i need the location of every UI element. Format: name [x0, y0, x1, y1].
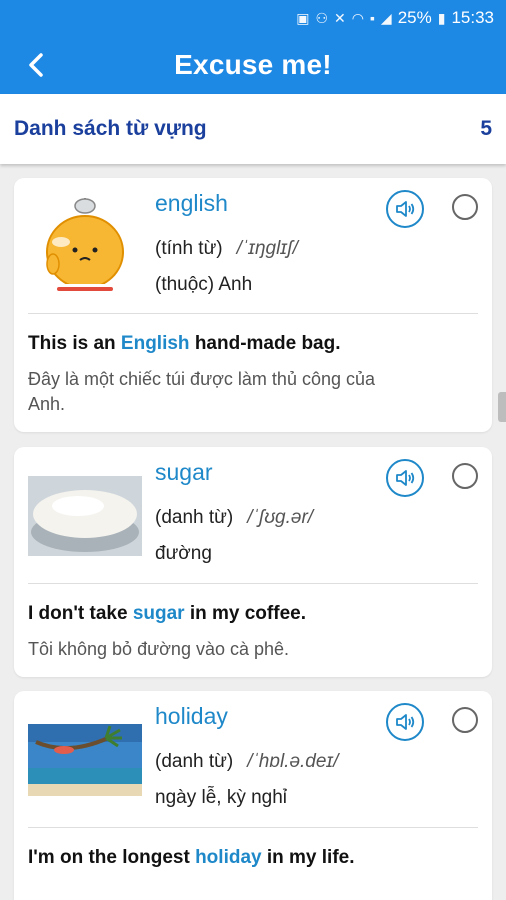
word-card-sugar[interactable]: sugar (danh từ) /ˈʃʊɡ.ər/ đường I don't t… — [14, 447, 492, 677]
example-text: This is an — [28, 333, 121, 354]
part-of-speech: (tính từ) /ˈɪŋɡlɪʃ/ — [155, 238, 298, 260]
vocabulary-count: 5 — [480, 117, 492, 140]
word-text: holiday — [155, 703, 228, 729]
example-text: I'm on the longest — [28, 847, 196, 868]
divider — [28, 583, 478, 584]
speaker-icon — [396, 201, 415, 217]
network-icon: ⚇ — [315, 9, 328, 26]
example-text: in my coffee. — [184, 603, 306, 624]
example-sentence: This is an English hand-made bag. — [28, 333, 341, 355]
speaker-icon — [396, 470, 415, 486]
ipa-text: /ˈɪŋɡlɪʃ/ — [236, 238, 298, 259]
select-radio[interactable] — [452, 463, 478, 489]
signal-icon: ◢ — [380, 9, 392, 26]
chevron-left-icon — [29, 53, 43, 77]
app-bar: Excuse me! — [0, 36, 506, 94]
word-card-english[interactable]: english (tính từ) /ˈɪŋɡlɪʃ/ (thuộc) Anh T… — [14, 178, 492, 432]
example-sentence: I don't take sugar in my coffee. — [28, 603, 306, 625]
divider — [28, 827, 478, 828]
example-translation: Tôi không bỏ đường vào cà phê. — [28, 639, 290, 659]
battery-percent: 25% — [397, 8, 432, 27]
meaning-text: (thuộc) Anh — [155, 274, 253, 295]
select-radio[interactable] — [452, 707, 478, 733]
part-of-speech: (danh từ) /ˈhɒl.ə.deɪ/ — [155, 751, 338, 773]
clock: 15:33 — [451, 8, 494, 27]
battery-icon: ▮ — [437, 9, 446, 26]
beach-image — [28, 705, 142, 815]
word-text: sugar — [155, 459, 213, 485]
back-button[interactable] — [20, 49, 52, 81]
meaning-text: ngày lễ, kỳ nghỉ — [155, 787, 288, 808]
pos-text: (tính từ) — [155, 238, 223, 259]
wifi-icon: ◠ — [351, 9, 364, 26]
divider — [28, 313, 478, 314]
ipa-text: /ˈhɒl.ə.deɪ/ — [247, 751, 339, 772]
select-radio[interactable] — [452, 194, 478, 220]
example-highlight: sugar — [132, 603, 185, 624]
speaker-button[interactable] — [386, 703, 424, 741]
example-text: I don't take — [28, 603, 133, 624]
vocabulary-list-title: Danh sách từ vựng — [14, 117, 207, 140]
sim-1-icon: ▪ — [369, 10, 375, 26]
mascot-image — [28, 192, 142, 302]
part-of-speech: (danh từ) /ˈʃʊɡ.ər/ — [155, 507, 313, 529]
example-text: hand-made bag. — [189, 333, 341, 354]
word-text: english — [155, 190, 228, 216]
example-text: in my life. — [261, 847, 355, 868]
pos-text: (danh từ) — [155, 507, 234, 528]
vocabulary-list[interactable]: english (tính từ) /ˈɪŋɡlɪʃ/ (thuộc) Anh T… — [0, 164, 506, 900]
example-translation: Đây là một chiếc túi được làm thủ công c… — [28, 369, 376, 414]
speaker-button[interactable] — [386, 190, 424, 228]
page-title: Excuse me! — [174, 49, 332, 80]
pos-text: (danh từ) — [155, 751, 234, 772]
sugar-image — [28, 461, 142, 571]
scroll-handle[interactable] — [498, 392, 506, 422]
example-highlight: English — [120, 333, 190, 354]
status-bar: ▣ ⚇ ✕ ◠ ▪ ◢ 25% ▮ 15:33 — [0, 0, 506, 36]
speaker-icon — [396, 714, 415, 730]
example-highlight: holiday — [195, 847, 262, 868]
mute-icon: ✕ — [334, 9, 346, 26]
speaker-button[interactable] — [386, 459, 424, 497]
word-card-holiday[interactable]: holiday (danh từ) /ˈhɒl.ə.deɪ/ ngày lễ, k… — [14, 691, 492, 900]
example-sentence: I'm on the longest holiday in my life. — [28, 847, 355, 869]
vocabulary-list-header: Danh sách từ vựng 5 — [0, 94, 506, 164]
ipa-text: /ˈʃʊɡ.ər/ — [247, 507, 314, 528]
sim-icon: ▣ — [296, 9, 310, 26]
meaning-text: đường — [155, 543, 212, 564]
